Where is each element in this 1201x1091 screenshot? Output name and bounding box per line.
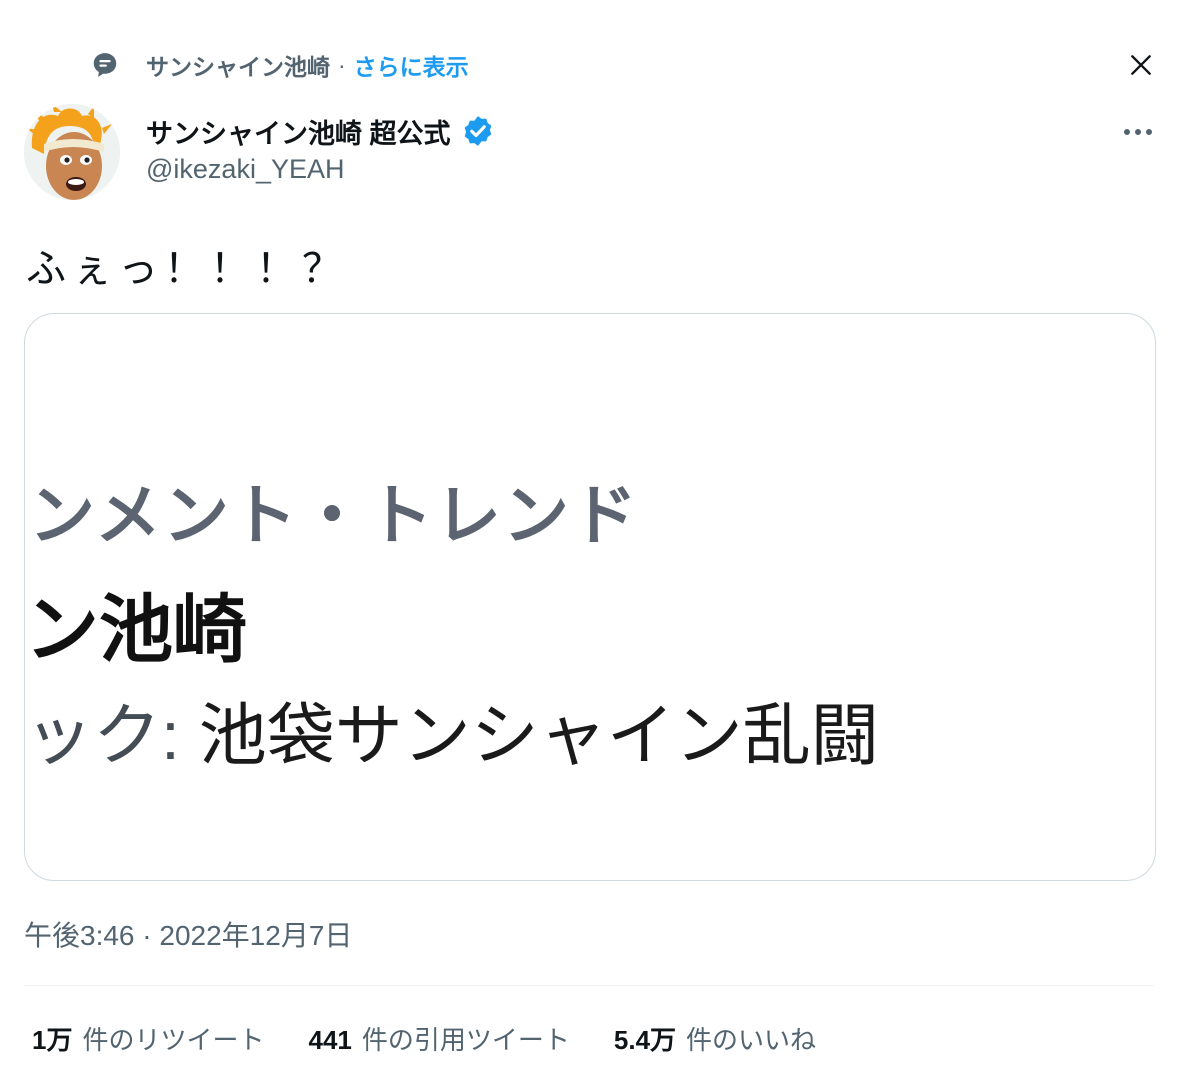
quote-tweets-label: 件の引用ツイート	[361, 1025, 570, 1055]
more-icon	[1124, 129, 1130, 135]
author-names: サンシャイン池崎 超公式 @ikezaki_YEAH	[146, 112, 495, 185]
tweet-text: ふぇっ！！！？	[26, 247, 348, 291]
social-context: サンシャイン池崎 · さらに表示	[90, 48, 469, 82]
retweets-label: 件のリツイート	[82, 1025, 265, 1055]
show-more-link[interactable]: さらに表示	[354, 48, 469, 82]
retweets-stat[interactable]: 1万 件のリツイート	[32, 1020, 264, 1057]
tweet-timestamp[interactable]: 午後3:46 · 2022年12月7日	[24, 914, 352, 954]
context-separator: ·	[338, 51, 346, 78]
speech-bubble-icon	[90, 50, 120, 80]
tweet-media[interactable]: ンメント・トレンド ン池崎 ック: 池袋サンシャイン乱闘	[24, 313, 1156, 881]
media-text-line-3-rest: 池袋サンシャイン乱闘	[179, 698, 879, 774]
more-options-button[interactable]	[1116, 116, 1160, 148]
verified-badge-icon	[464, 116, 491, 146]
user-handle[interactable]: @ikezaki_YEAH	[146, 154, 495, 185]
media-text-line-3-prefix: ック:	[25, 698, 180, 774]
avatar[interactable]	[24, 104, 120, 200]
engagement-stats: 1万 件のリツイート 441 件の引用ツイート 5.4万 件のいいね	[32, 1020, 860, 1057]
media-text-line-2: ン池崎	[25, 588, 247, 671]
close-button[interactable]	[1124, 48, 1158, 82]
retweets-count: 1万	[32, 1025, 73, 1055]
display-name[interactable]: サンシャイン池崎 超公式	[146, 112, 451, 151]
context-author[interactable]: サンシャイン池崎	[146, 48, 330, 82]
display-name-row[interactable]: サンシャイン池崎 超公式	[146, 112, 495, 150]
likes-label: 件のいいね	[686, 1025, 817, 1055]
close-icon	[1131, 55, 1151, 75]
quote-tweets-count: 441	[308, 1025, 352, 1055]
likes-count: 5.4万	[613, 1025, 677, 1055]
media-text-line-3: ック: 池袋サンシャイン乱闘	[25, 680, 879, 779]
divider	[24, 985, 1154, 986]
media-text-line-1: ンメント・トレンド	[29, 478, 640, 552]
quote-tweets-stat[interactable]: 441 件の引用ツイート	[308, 1020, 569, 1057]
likes-stat[interactable]: 5.4万 件のいいね	[614, 1020, 816, 1057]
